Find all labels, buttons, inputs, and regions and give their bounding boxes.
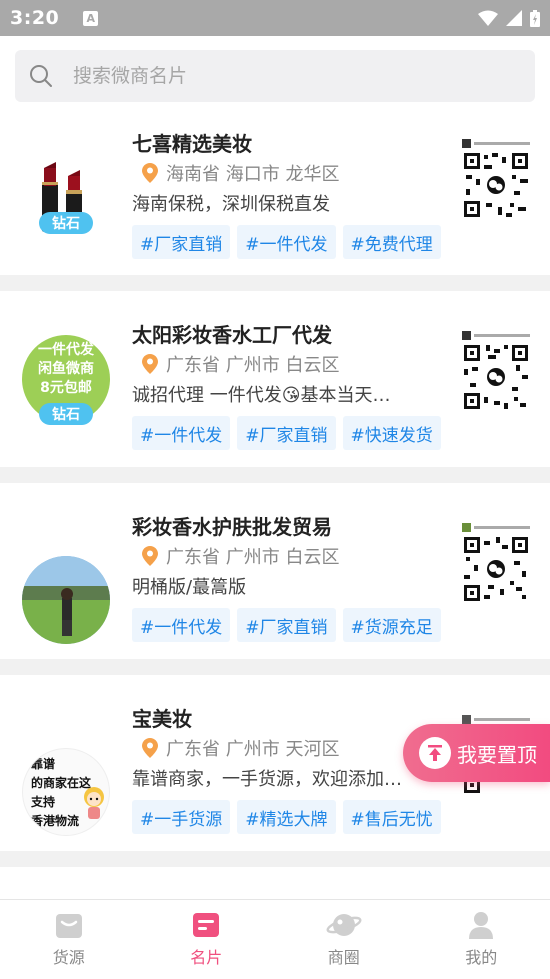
tag-list: #一手货源 #精选大牌 #售后无忧	[132, 800, 441, 834]
business-card[interactable]: 彩妆香水护肤批发贸易 广东省 广州市 白云区 明桶版/蕞篙版 #一件代发 #厂家…	[0, 483, 550, 659]
tag[interactable]: #一件代发	[237, 225, 336, 259]
card-description: 靠谱商家，一手货源，欢迎添加…	[132, 769, 402, 790]
notification-icon: A	[83, 10, 99, 26]
location-text: 广东省 广州市 天河区	[166, 739, 340, 760]
card-title: 宝美妆	[132, 707, 192, 731]
tab-mine[interactable]: 我的	[413, 900, 550, 979]
card-title: 彩妆香水护肤批发贸易	[132, 515, 332, 539]
status-bar: 3:20 A	[0, 0, 550, 36]
pin-to-top-button[interactable]: 我要置顶	[403, 724, 550, 782]
box-icon	[55, 914, 82, 938]
wechat-qr-code[interactable]	[462, 522, 530, 607]
tab-circle[interactable]: 商圈	[275, 900, 413, 979]
pin-to-top-label: 我要置顶	[457, 742, 537, 767]
avatar-text: 靠谱	[31, 757, 56, 771]
tag[interactable]: #一手货源	[132, 800, 231, 834]
card-icon	[193, 913, 220, 937]
location-pin-icon	[142, 354, 158, 374]
wifi-icon	[478, 10, 498, 26]
tag-list: #一件代发 #厂家直销 #快速发货	[132, 416, 441, 450]
handwritten-avatar: 靠谱 的商家在这 支持 香港物流	[22, 748, 110, 836]
business-card[interactable]: 一件代发 闲鱼微商 8元包邮 钻石 太阳彩妆香水工厂代发 广东省 广州市 白云区…	[0, 291, 550, 467]
tag[interactable]: #一件代发	[132, 416, 231, 450]
card-location: 广东省 广州市 白云区	[142, 543, 339, 569]
tag-list: #一件代发 #厂家直销 #货源充足	[132, 608, 441, 642]
qr-header	[462, 330, 530, 340]
qr-header	[462, 522, 530, 532]
tab-source[interactable]: 货源	[0, 900, 138, 979]
card-description: 诚招代理 一件代发😘基本当天…	[132, 385, 391, 406]
tag[interactable]: #货源充足	[342, 608, 441, 642]
cartoon-girl-icon	[84, 787, 104, 819]
tab-label: 货源	[52, 948, 85, 967]
landscape-photo-avatar	[22, 556, 110, 644]
bottom-tab-bar: 货源 名片 商圈 我的	[0, 899, 550, 979]
tab-card[interactable]: 名片	[138, 900, 276, 979]
location-text: 海南省 海口市 龙华区	[166, 164, 340, 185]
location-pin-icon	[142, 738, 158, 758]
tag[interactable]: #一件代发	[132, 608, 231, 642]
location-text: 广东省 广州市 白云区	[166, 355, 340, 376]
wechat-qr-code[interactable]	[462, 138, 530, 223]
avatar-text: 闲鱼微商	[38, 361, 94, 377]
qr-header	[462, 714, 530, 724]
qr-code-icon	[462, 151, 530, 219]
wechat-qr-code[interactable]	[462, 330, 530, 415]
signal-icon	[506, 10, 522, 26]
location-pin-icon	[142, 546, 158, 566]
search-icon	[30, 65, 52, 87]
card-location: 广东省 广州市 天河区	[142, 735, 339, 761]
status-time: 3:20	[10, 7, 60, 29]
qr-header	[462, 138, 530, 148]
card-description: 明桶版/蕞篙版	[132, 577, 247, 598]
planet-icon	[326, 914, 362, 936]
diamond-badge: 钻石	[39, 212, 93, 234]
tab-label: 我的	[465, 948, 498, 967]
avatar-text: 一件代发	[38, 342, 94, 358]
location-pin-icon	[142, 163, 158, 183]
tag[interactable]: #快速发货	[342, 416, 441, 450]
battery-icon	[530, 9, 540, 27]
tag[interactable]: #免费代理	[342, 225, 441, 259]
tag[interactable]: #厂家直销	[132, 225, 231, 259]
card-title: 七喜精选美妆	[132, 132, 252, 156]
tag[interactable]: #精选大牌	[237, 800, 336, 834]
card-location: 广东省 广州市 白云区	[142, 351, 339, 377]
qr-code-icon	[462, 535, 530, 603]
search-box[interactable]	[15, 50, 535, 102]
card-title: 太阳彩妆香水工厂代发	[132, 323, 332, 347]
tag[interactable]: #售后无忧	[342, 800, 441, 834]
search-input[interactable]	[73, 65, 493, 87]
search-area	[0, 36, 550, 116]
diamond-badge: 钻石	[39, 403, 93, 425]
avatar-text: 8元包邮	[40, 380, 92, 396]
tab-label: 名片	[190, 948, 223, 967]
location-text: 广东省 广州市 白云区	[166, 547, 340, 568]
tag[interactable]: #厂家直销	[237, 608, 336, 642]
business-card[interactable]: 钻石 七喜精选美妆 海南省 海口市 龙华区 海南保税，深圳保税直发 #厂家直销 …	[0, 116, 550, 275]
user-icon	[469, 912, 494, 939]
card-description: 海南保税，深圳保税直发	[132, 194, 330, 215]
tag[interactable]: #厂家直销	[237, 416, 336, 450]
qr-code-icon	[462, 343, 530, 411]
tab-label: 商圈	[327, 948, 360, 967]
business-card[interactable]	[0, 867, 550, 899]
tag-list: #厂家直销 #一件代发 #免费代理	[132, 225, 441, 259]
card-location: 海南省 海口市 龙华区	[142, 160, 339, 186]
arrow-up-icon	[419, 737, 451, 769]
